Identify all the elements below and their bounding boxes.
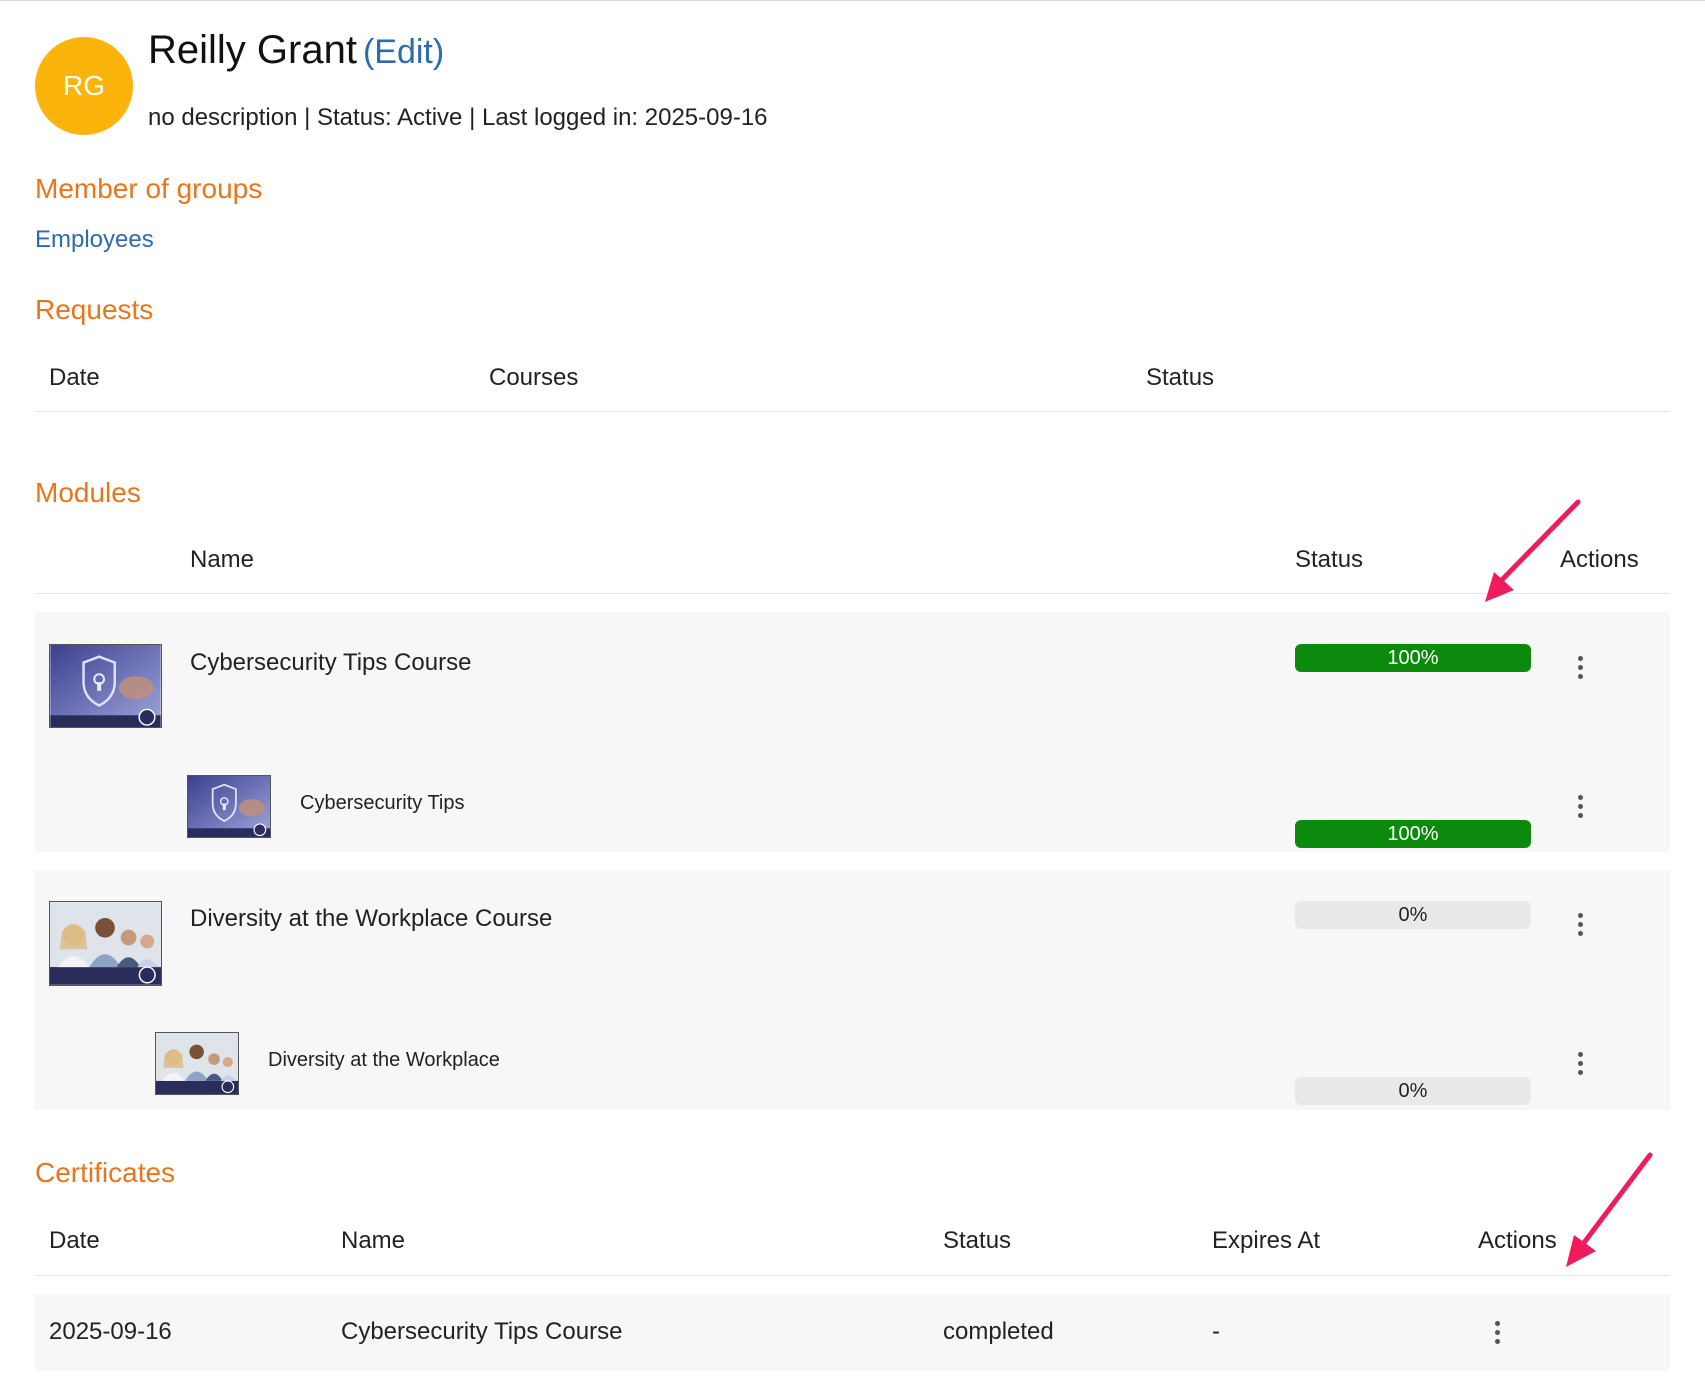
certificates-col-actions: Actions bbox=[1478, 1227, 1557, 1254]
groups-title: Member of groups bbox=[35, 173, 263, 204]
submodule-actions-kebab-icon[interactable] bbox=[1572, 792, 1588, 820]
module-progress: 100% bbox=[1295, 644, 1531, 672]
submodule-progress: 0% bbox=[1295, 1077, 1531, 1105]
modules-header-divider bbox=[35, 593, 1670, 594]
certificate-expires: - bbox=[1212, 1318, 1220, 1345]
modules-title: Modules bbox=[35, 477, 141, 508]
group-link-employees[interactable]: Employees bbox=[35, 226, 154, 254]
progress-label: 100% bbox=[1387, 823, 1439, 845]
progress-label: 0% bbox=[1398, 1080, 1428, 1102]
requests-col-date: Date bbox=[49, 364, 100, 391]
module-actions-kebab-icon[interactable] bbox=[1572, 653, 1588, 681]
certificates-col-date: Date bbox=[49, 1227, 100, 1254]
table-row: 2025-09-16 Cybersecurity Tips Course com… bbox=[35, 1294, 1670, 1371]
user-meta: no description | Status: Active | Last l… bbox=[148, 104, 768, 131]
avatar-initials: RG bbox=[63, 70, 105, 101]
certificate-name: Cybersecurity Tips Course bbox=[341, 1318, 623, 1345]
diversity-thumbnail bbox=[50, 902, 161, 985]
user-name-line: Reilly Grant (Edit) bbox=[148, 28, 444, 73]
requests-col-status: Status bbox=[1146, 364, 1215, 391]
certificates-col-expires: Expires At bbox=[1212, 1227, 1321, 1254]
requests-divider bbox=[35, 411, 1670, 412]
module-name[interactable]: Diversity at the Workplace Course bbox=[190, 905, 552, 933]
edit-user-link[interactable]: (Edit) bbox=[363, 33, 444, 71]
module-progress: 0% bbox=[1295, 901, 1531, 929]
certificate-status: completed bbox=[943, 1318, 1054, 1345]
annotation-arrow-icon bbox=[1566, 1152, 1653, 1267]
modules-col-name: Name bbox=[190, 546, 255, 573]
requests-title: Requests bbox=[35, 294, 154, 325]
cybersecurity-thumbnail bbox=[50, 645, 161, 727]
requests-col-courses: Courses bbox=[489, 364, 579, 391]
submodule-thumbnail[interactable] bbox=[187, 775, 271, 838]
submodule-progress: 100% bbox=[1295, 820, 1531, 848]
certificates-header-divider bbox=[35, 1275, 1670, 1276]
submodule-thumbnail[interactable] bbox=[155, 1032, 239, 1095]
top-border bbox=[0, 0, 1705, 1]
module-name[interactable]: Cybersecurity Tips Course bbox=[190, 649, 471, 677]
annotation-arrow-icon bbox=[1485, 499, 1581, 602]
modules-col-status: Status bbox=[1295, 546, 1364, 573]
submodule-actions-kebab-icon[interactable] bbox=[1572, 1049, 1588, 1077]
cybersecurity-thumbnail bbox=[188, 776, 270, 837]
submodule-name[interactable]: Diversity at the Workplace bbox=[268, 1049, 500, 1072]
user-name: Reilly Grant bbox=[148, 28, 357, 72]
module-thumbnail[interactable] bbox=[49, 901, 162, 986]
avatar: RG bbox=[35, 37, 133, 135]
submodule-name[interactable]: Cybersecurity Tips bbox=[300, 792, 465, 815]
module-group-diversity: Diversity at the Workplace Course 0% Div… bbox=[35, 870, 1670, 1110]
module-thumbnail[interactable] bbox=[49, 644, 162, 728]
certificates-title: Certificates bbox=[35, 1157, 176, 1188]
module-actions-kebab-icon[interactable] bbox=[1572, 910, 1588, 938]
certificate-date: 2025-09-16 bbox=[49, 1318, 172, 1345]
certificate-actions-kebab-icon[interactable] bbox=[1489, 1318, 1505, 1346]
certificates-col-status: Status bbox=[943, 1227, 1012, 1254]
certificates-col-name: Name bbox=[341, 1227, 406, 1254]
progress-label: 100% bbox=[1387, 647, 1439, 669]
diversity-thumbnail bbox=[156, 1033, 238, 1094]
module-group-cybersecurity: Cybersecurity Tips Course 100% Cybersecu… bbox=[35, 612, 1670, 852]
progress-label: 0% bbox=[1398, 904, 1428, 926]
